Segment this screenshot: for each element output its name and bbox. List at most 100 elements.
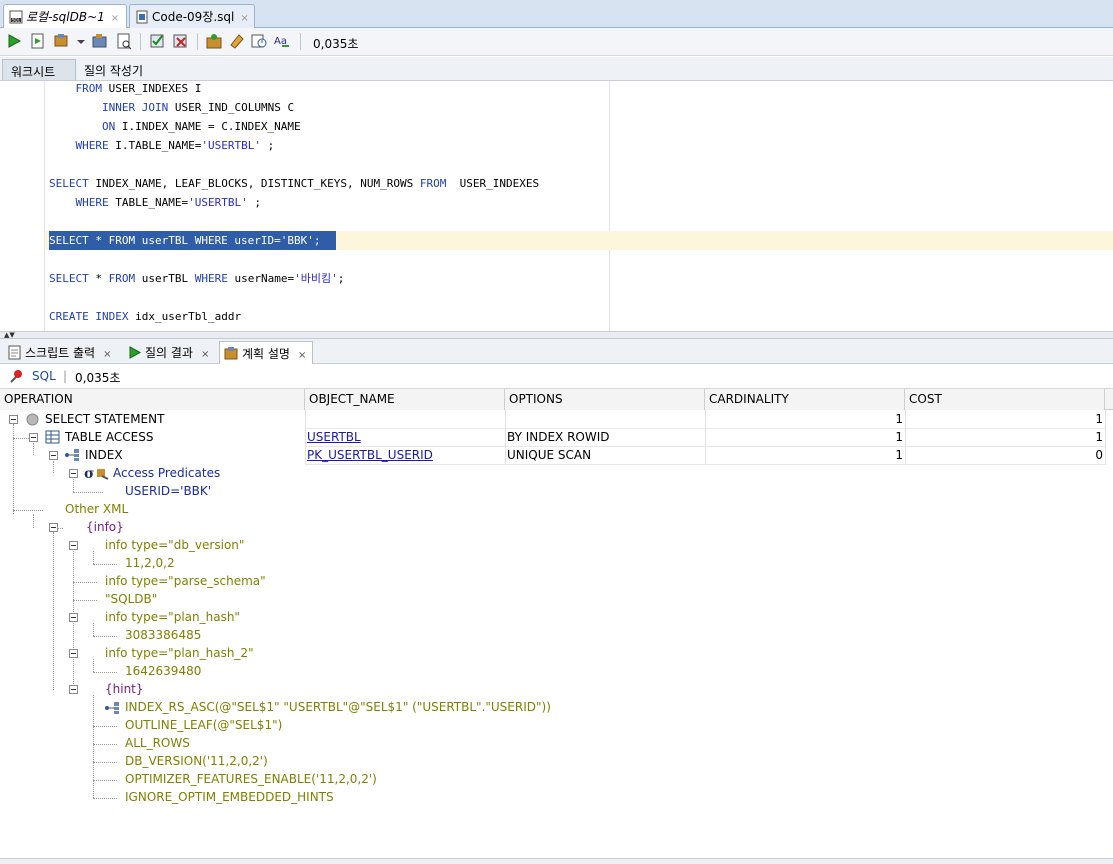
object-name-link[interactable]: PK_USERTBL_USERID [307, 446, 433, 464]
tab-query-result[interactable]: 질의 결과 × [123, 341, 219, 364]
collapse-toggle[interactable] [29, 433, 38, 442]
tree-connector [93, 744, 117, 745]
hint-item[interactable]: ALL_ROWS [125, 734, 190, 752]
db-version-value[interactable]: 11,2,0,2 [125, 554, 175, 572]
column-operation[interactable]: OPERATION [0, 389, 305, 410]
commit-icon[interactable] [53, 32, 71, 50]
tab-explain-plan[interactable]: 계획 설명 × [219, 341, 313, 364]
eraser-icon[interactable] [228, 32, 246, 50]
cancel-icon[interactable] [171, 32, 189, 50]
operation-index[interactable]: INDEX [85, 446, 123, 464]
info-parse-schema[interactable]: info type="parse_schema" [105, 572, 266, 590]
collapse-toggle[interactable] [69, 649, 78, 658]
close-icon[interactable]: × [103, 349, 111, 360]
sql-link[interactable]: SQL [32, 369, 56, 383]
tab-label: 로컬-sqlDB~1 [26, 10, 105, 24]
code-line[interactable]: SELECT * FROM userTBL WHERE userID='BBK'… [49, 231, 321, 250]
column-cost[interactable]: COST [905, 389, 1105, 410]
play-icon [129, 346, 142, 359]
collapse-toggle[interactable] [69, 469, 78, 478]
sql-editor[interactable]: FROM USER_INDEXES I INNER JOIN USER_IND_… [0, 81, 1113, 331]
tree-connector [93, 636, 117, 637]
operation-table-access[interactable]: TABLE ACCESS [65, 428, 154, 446]
column-divider [1105, 410, 1106, 464]
code-line[interactable]: CREATE INDEX idx_userTbl_addr [49, 307, 241, 326]
code-line[interactable]: ON I.INDEX_NAME = C.INDEX_NAME [49, 117, 301, 136]
result-panel-tabs: 스크립트 출력 × 질의 결과 × 계획 설명 × [0, 339, 1113, 364]
code-line[interactable]: WHERE TABLE_NAME='USERTBL' ; [49, 193, 261, 212]
sql-file-icon [136, 10, 148, 24]
collapse-toggle[interactable] [69, 613, 78, 622]
collapse-toggle[interactable] [49, 451, 58, 460]
autotrace-icon[interactable] [205, 32, 223, 50]
explain-plan-icon[interactable] [115, 32, 133, 50]
tree-connector [13, 510, 43, 511]
hint-item[interactable]: INDEX_RS_ASC(@"SEL$1" "USERTBL"@"SEL$1" … [125, 698, 551, 716]
tab-label: Code-09장.sql [152, 10, 235, 24]
code-line[interactable]: FROM USER_INDEXES I [49, 81, 202, 98]
statement-icon [26, 413, 39, 426]
cardinality-cell: 1 [895, 412, 903, 426]
tab-worksheet[interactable]: 워크시트 [2, 59, 76, 80]
collapse-toggle[interactable] [69, 685, 78, 694]
close-icon[interactable]: × [111, 13, 119, 24]
code-line[interactable]: WHERE I.TABLE_NAME='USERTBL' ; [49, 136, 275, 155]
hint-item[interactable]: OPTIMIZER_FEATURES_ENABLE('11,2,0,2') [125, 770, 377, 788]
splitter[interactable]: ▲▼ [0, 331, 1113, 339]
splitter-arrows-icon[interactable]: ▲▼ [4, 332, 15, 339]
object-name-link[interactable]: USERTBL [307, 428, 361, 446]
tab-local-sqldb[interactable]: SQL 로컬-sqlDB~1 × [3, 4, 127, 28]
svg-text:σ: σ [84, 466, 94, 480]
script-output-icon [8, 345, 21, 360]
sql-developer-window: SQL 로컬-sqlDB~1 × Code-09장.sql × Aa 0,035초 … [0, 0, 1113, 864]
hint-item[interactable]: IGNORE_OPTIM_EMBEDDED_HINTS [125, 788, 334, 806]
access-predicates-node[interactable]: Access Predicates [113, 464, 220, 482]
run-statement-icon[interactable] [5, 32, 23, 50]
column-cardinality[interactable]: CARDINALITY [705, 389, 905, 410]
plan-hash-2-value[interactable]: 1642639480 [125, 662, 201, 680]
hint-item[interactable]: OUTLINE_LEAF(@"SEL$1") [125, 716, 282, 734]
collapse-toggle[interactable] [49, 523, 58, 532]
worksheet-toolbar: Aa 0,035초 [0, 28, 1113, 56]
code-line[interactable]: SELECT INDEX_NAME, LEAF_BLOCKS, DISTINCT… [49, 174, 539, 193]
svg-text:SQL: SQL [12, 18, 21, 23]
info-tag-node[interactable]: {info} [86, 518, 124, 536]
tree-connector [33, 443, 34, 455]
tab-query-builder[interactable]: 질의 작성기 [76, 59, 151, 80]
pin-icon[interactable] [10, 369, 24, 383]
options-cell [507, 410, 705, 428]
info-db-version[interactable]: info type="db_version" [105, 536, 244, 554]
close-icon[interactable]: × [298, 350, 306, 361]
operation-select-statement[interactable]: SELECT STATEMENT [45, 410, 164, 428]
row-divider [305, 464, 1106, 465]
collapse-toggle[interactable] [69, 541, 78, 550]
tree-connector [53, 461, 54, 473]
close-icon[interactable]: × [240, 13, 248, 24]
parse-schema-value[interactable]: "SQLDB" [105, 590, 157, 608]
tree-connector [13, 438, 29, 439]
info-plan-hash[interactable]: info type="plan_hash" [105, 608, 240, 626]
chevron-down-icon[interactable] [75, 32, 87, 50]
plan-hash-value[interactable]: 3083386485 [125, 626, 201, 644]
tab-script-output[interactable]: 스크립트 출력 × [3, 341, 123, 364]
format-case-icon[interactable]: Aa [273, 32, 291, 50]
info-plan-hash-2[interactable]: info type="plan_hash_2" [105, 644, 254, 662]
rollback-icon[interactable] [91, 32, 109, 50]
tree-connector [93, 564, 117, 565]
column-options[interactable]: OPTIONS [505, 389, 705, 410]
code-line[interactable]: SELECT * FROM userTBL WHERE userName='바비… [49, 269, 344, 288]
right-margin-guide [609, 81, 610, 331]
close-icon[interactable]: × [201, 349, 209, 360]
history-icon[interactable] [250, 32, 268, 50]
other-xml-node[interactable]: Other XML [65, 500, 128, 518]
options-cell: UNIQUE SCAN [507, 448, 592, 462]
collapse-toggle[interactable] [9, 415, 18, 424]
hint-tag-node[interactable]: {hint} [105, 680, 144, 698]
run-script-icon[interactable] [29, 32, 47, 50]
code-line[interactable]: INNER JOIN USER_IND_COLUMNS C [49, 98, 294, 117]
hint-item[interactable]: DB_VERSION('11,2,0,2') [125, 752, 268, 770]
column-object-name[interactable]: OBJECT_NAME [305, 389, 505, 410]
predicate-value[interactable]: USERID='BBK' [125, 482, 211, 500]
tab-code-09[interactable]: Code-09장.sql × [129, 4, 255, 28]
check-icon[interactable] [148, 32, 166, 50]
